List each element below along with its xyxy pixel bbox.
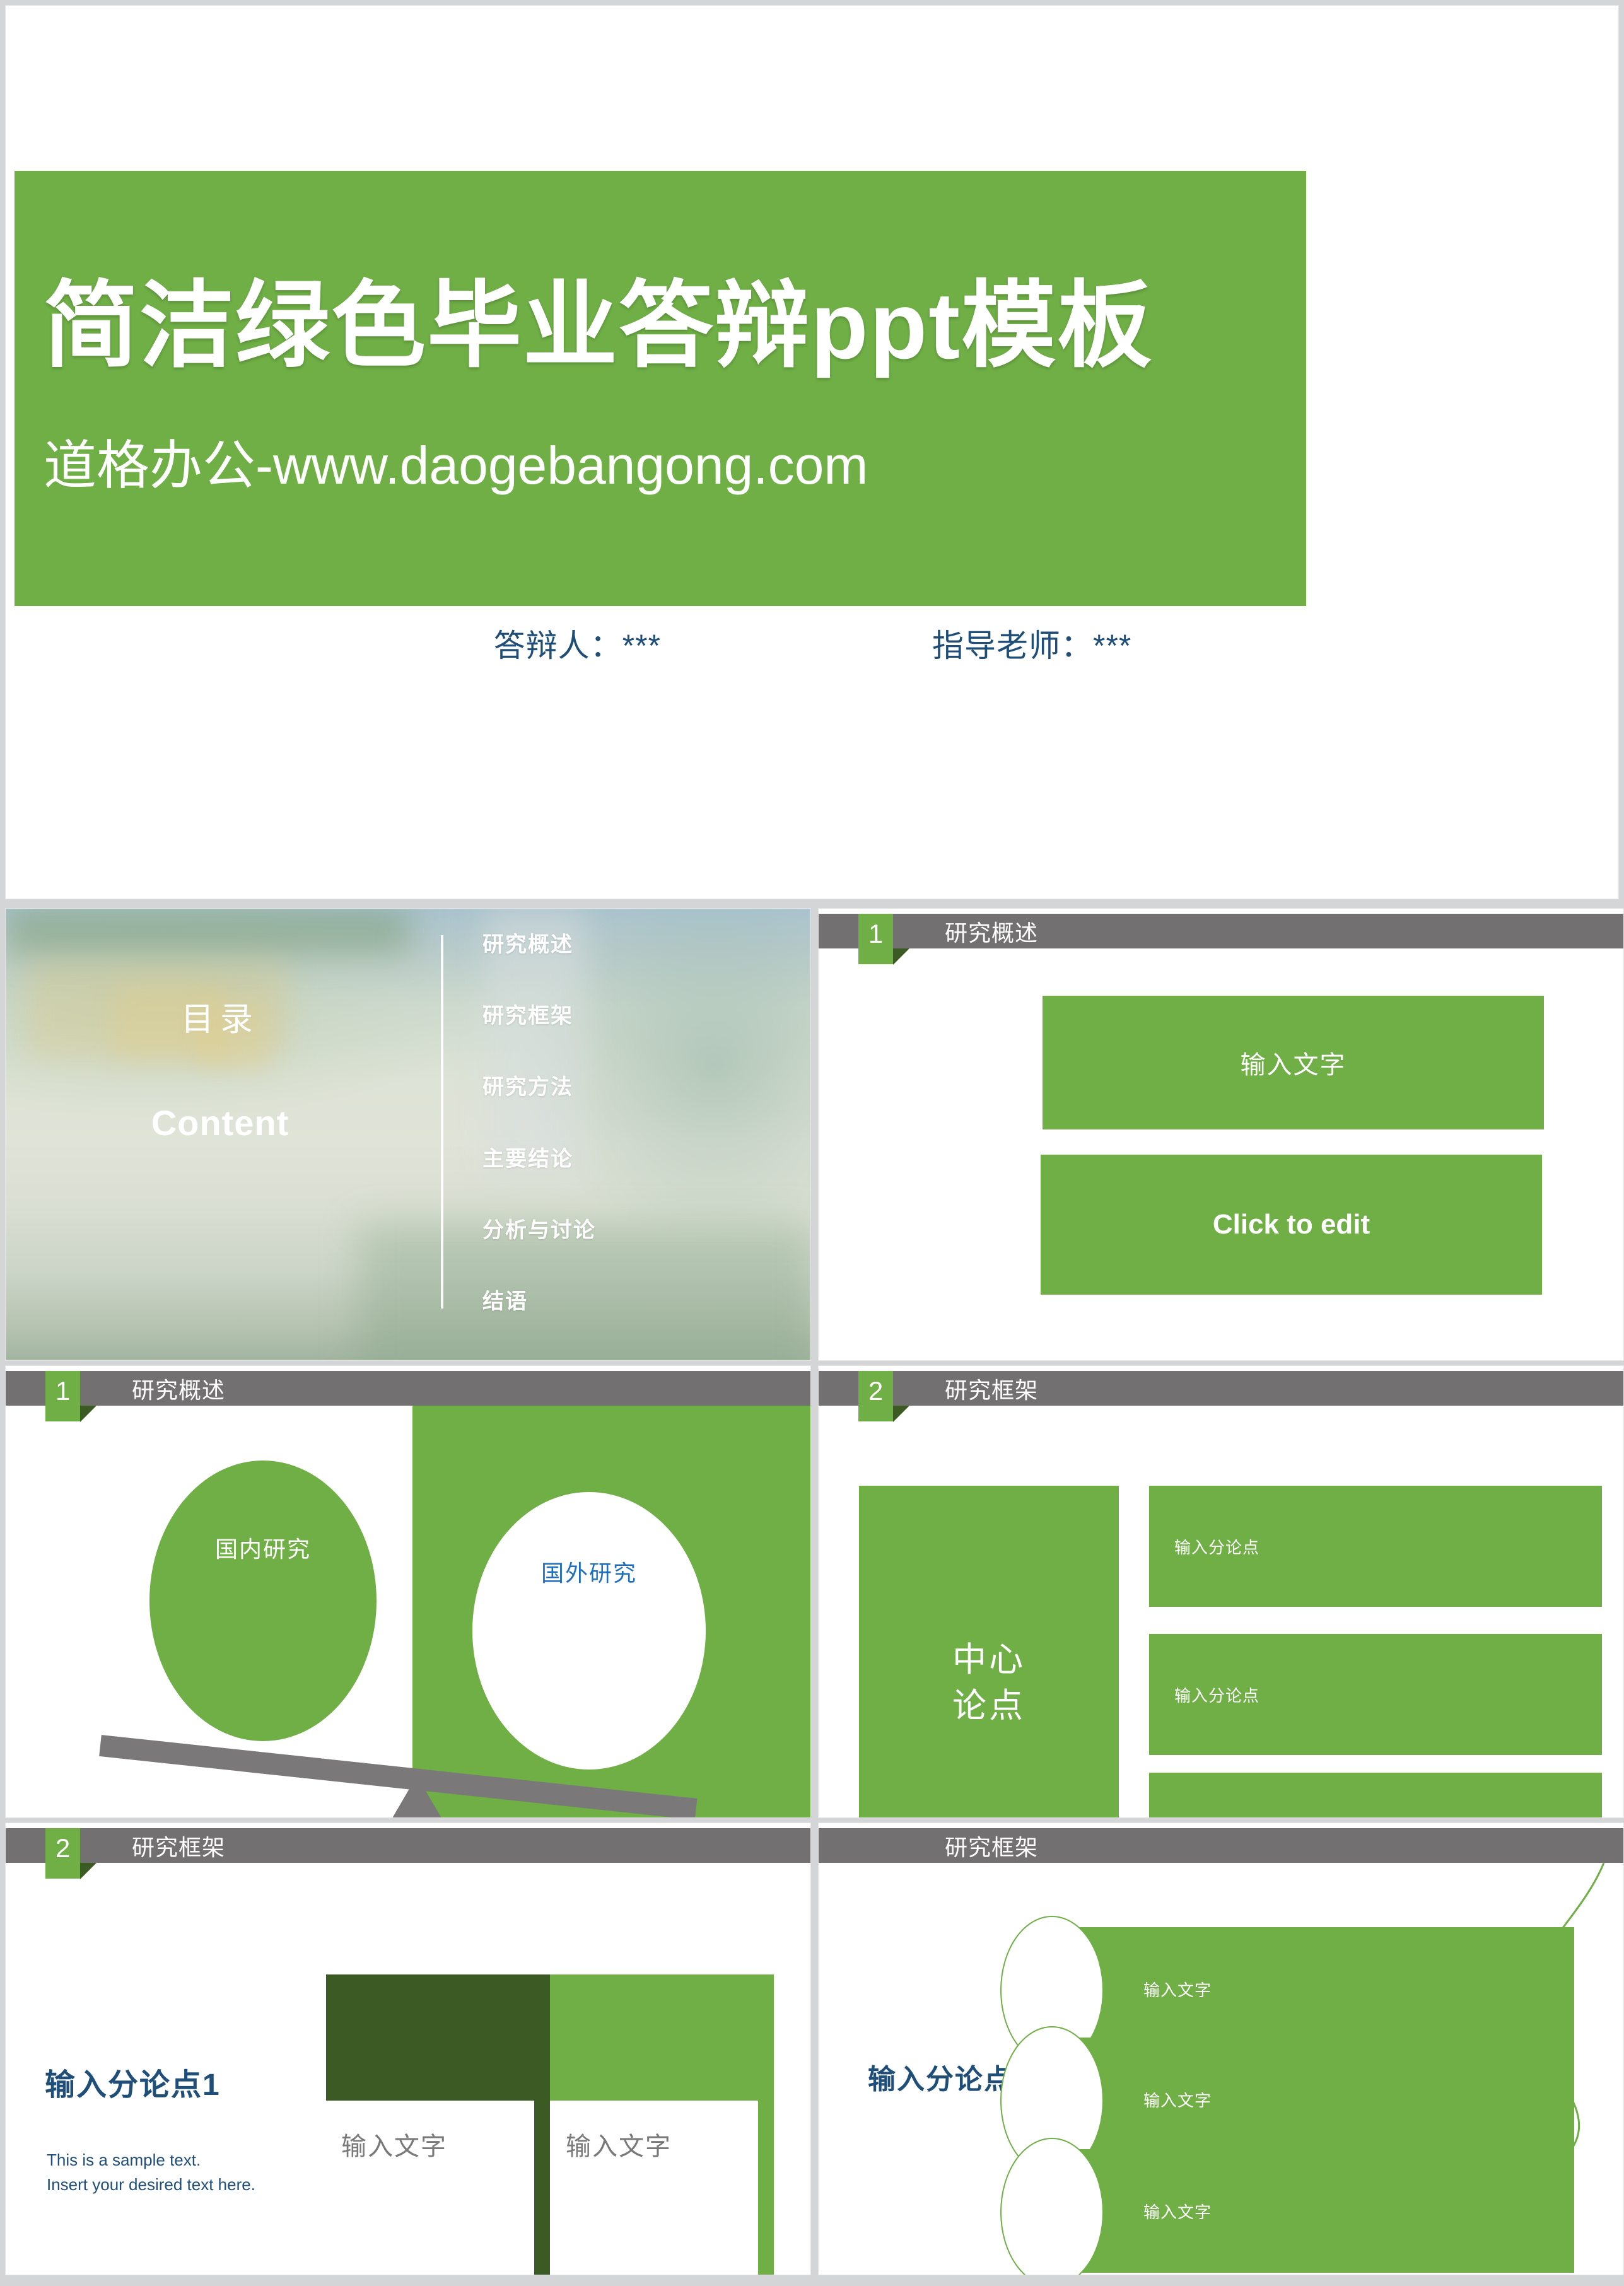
advisor-name: 指导老师：*** (932, 628, 1132, 663)
domestic-research-ellipse[interactable]: 国内研究 (149, 1461, 377, 1741)
cylinder-bar-1[interactable]: 输入文字 (1000, 1916, 1574, 2065)
slide-header-title: 研究框架 (945, 1377, 1039, 1403)
slide-header-title: 研究框架 (132, 1834, 226, 1860)
slide-number-tab: 2 (858, 1371, 893, 1421)
slide-header-bar (819, 1371, 1623, 1406)
toc-heading-group: 目录 Content (31, 1003, 409, 1141)
slide-research-framework-center[interactable]: 2 研究框架 中心 论点 输入分论点 输入分论点 输入分论点 (818, 1365, 1624, 1818)
presentation-preview-page: 简洁绿色毕业答辩ppt模板 道格办公-www.daogebangong.com … (0, 0, 1624, 2286)
slide-header-bar (819, 914, 1623, 948)
light-flag-banner (550, 1974, 774, 2101)
central-argument-box[interactable]: 中心 论点 (859, 1486, 1119, 1817)
toc-item-5[interactable]: 结语 (482, 1291, 779, 1312)
sub-argument-bar-2[interactable]: 输入分论点 (1149, 1634, 1602, 1755)
slide-research-framework-cylinders[interactable]: 研究框架 输入分论点2 输入文字 输入文字 输入文字 (818, 1822, 1624, 2275)
light-flag-pole (758, 2101, 774, 2275)
photo-blur-top (6, 909, 409, 953)
slide-number-tab: 1 (858, 914, 893, 964)
cylinder-caption-2: 输入文字 (1143, 2091, 1212, 2110)
slide-header-title: 研究概述 (945, 919, 1039, 946)
number-tab-fold (893, 1406, 909, 1422)
title-subtitle: 道格办公-www.daogebangong.com (44, 436, 868, 495)
page-title: 简洁绿色毕业答辩ppt模板 (44, 272, 1154, 378)
overseas-research-ellipse[interactable]: 国外研究 (472, 1492, 706, 1770)
presenter-row: 答辩人：*** 指导老师：*** (6, 621, 1620, 666)
slide-number-tab: 2 (45, 1828, 80, 1879)
slide-research-overview-boxes[interactable]: 1 研究概述 输入文字 Click to edit (818, 908, 1624, 1361)
sub-point-label: 输入分论点1 (45, 2068, 221, 2102)
cylinder-caption-3: 输入文字 (1143, 2202, 1212, 2222)
central-argument-line-2: 论点 (952, 1686, 1025, 1725)
content-box-2[interactable]: Click to edit (1041, 1155, 1542, 1295)
sample-text-line-2: Insert your desired text here. (47, 2175, 255, 2194)
number-tab-fold (893, 948, 909, 965)
sub-argument-bar-3[interactable]: 输入分论点 (1149, 1773, 1602, 1817)
toc-item-1[interactable]: 研究框架 (482, 1005, 779, 1027)
slide-header-bar (6, 1828, 810, 1863)
flag-caption-2[interactable]: 输入文字 (566, 2126, 672, 2162)
toc-item-0[interactable]: 研究概述 (482, 934, 779, 955)
flag-caption-1[interactable]: 输入文字 (341, 2126, 447, 2162)
toc-divider (441, 935, 443, 1309)
sample-text-block: This is a sample text. Insert your desir… (47, 2148, 255, 2197)
content-box-1[interactable]: 输入文字 (1043, 996, 1544, 1129)
toc-heading-en: Content (151, 1103, 289, 1143)
title-green-banner: 简洁绿色毕业答辩ppt模板 道格办公-www.daogebangong.com (15, 171, 1306, 606)
seesaw-fulcrum-triangle (390, 1776, 443, 1817)
dark-flag-pole (534, 2101, 550, 2275)
slide-number-tab: 1 (45, 1371, 80, 1421)
sample-text-line-1: This is a sample text. (47, 2150, 201, 2169)
toc-heading-cn: 目录 (180, 1001, 259, 1038)
slide-table-of-contents[interactable]: 目录 Content 研究概述 研究框架 研究方法 主要结论 分析与讨论 结语 (5, 908, 811, 1361)
slide-research-overview-seesaw[interactable]: 1 研究概述 国内研究 国外研究 (5, 1365, 811, 1818)
toc-item-2[interactable]: 研究方法 (482, 1076, 779, 1098)
cylinder-bar-2[interactable]: 输入文字 (1000, 2026, 1574, 2175)
number-tab-fold (80, 1863, 96, 1879)
slide-header-title: 研究概述 (132, 1377, 226, 1403)
sub-argument-bar-1[interactable]: 输入分论点 (1149, 1486, 1602, 1607)
slide-header-title: 研究框架 (945, 1834, 1039, 1860)
slide-header-bar (6, 1371, 810, 1406)
cylinder-caption-1: 输入文字 (1143, 1980, 1212, 2000)
central-argument-line-1: 中心 (952, 1640, 1025, 1679)
presenter-name: 答辩人：*** (493, 628, 661, 663)
dark-flag-banner (326, 1974, 550, 2101)
toc-item-list: 研究概述 研究框架 研究方法 主要结论 分析与讨论 结语 (482, 934, 779, 1312)
cylinder-bar-3[interactable]: 输入文字 (1000, 2138, 1574, 2275)
slide-research-framework-flags[interactable]: 2 研究框架 输入分论点1 This is a sample text. Ins… (5, 1822, 811, 2275)
toc-item-3[interactable]: 主要结论 (482, 1148, 779, 1170)
slide-grid: 目录 Content 研究概述 研究框架 研究方法 主要结论 分析与讨论 结语 … (0, 907, 1624, 2286)
slide-header-bar (819, 1828, 1623, 1863)
slide-title[interactable]: 简洁绿色毕业答辩ppt模板 道格办公-www.daogebangong.com … (5, 5, 1619, 899)
number-tab-fold (80, 1406, 96, 1422)
toc-item-4[interactable]: 分析与讨论 (482, 1220, 779, 1241)
